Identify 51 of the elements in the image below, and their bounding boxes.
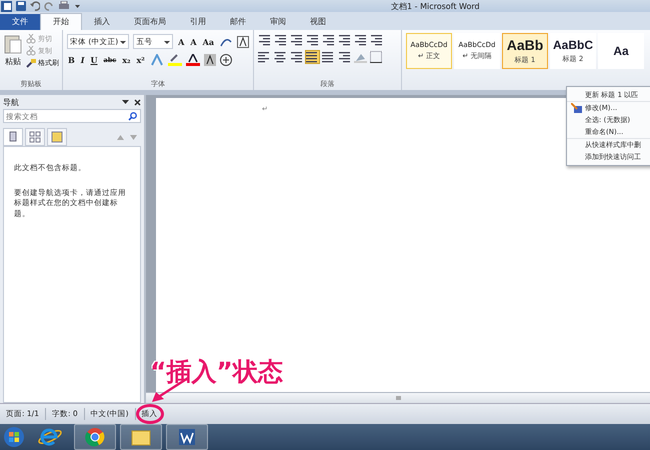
format-button[interactable]: I <box>80 55 86 65</box>
ribbon-tab[interactable]: 开始 <box>40 13 82 30</box>
format-button[interactable]: B <box>67 55 76 65</box>
clipboard-icon <box>4 34 22 54</box>
shrink-font-button[interactable]: A <box>189 36 198 46</box>
justify-icon[interactable] <box>306 51 319 63</box>
brush-icon <box>26 58 36 68</box>
copy-icon <box>26 46 36 56</box>
ribbon-tab[interactable]: 邮件 <box>218 14 258 30</box>
style-gallery-item[interactable]: Aa <box>598 33 644 69</box>
word-logo-icon <box>1 0 12 12</box>
paste-button[interactable]: 粘贴 <box>4 34 22 79</box>
ribbon-tab[interactable]: 插入 <box>82 14 122 30</box>
distributed-icon[interactable] <box>322 51 335 63</box>
dropdown-icon[interactable] <box>122 99 129 105</box>
character-shading-icon[interactable] <box>204 54 216 66</box>
center-icon[interactable] <box>274 51 287 63</box>
align-right-icon[interactable] <box>290 51 303 63</box>
dropdown-icon <box>120 38 126 44</box>
align-left-icon[interactable] <box>258 51 271 63</box>
print-icon[interactable] <box>58 1 70 11</box>
file-tab[interactable]: 文件 <box>0 14 40 30</box>
page-icon[interactable] <box>3 128 23 146</box>
format-button[interactable]: U <box>90 55 98 65</box>
undo-icon[interactable] <box>30 1 40 11</box>
start-orb-icon[interactable] <box>2 426 26 448</box>
change-case-button[interactable]: Aa <box>202 36 215 46</box>
ribbon-tab[interactable]: 视图 <box>298 14 338 30</box>
character-border-icon[interactable] <box>237 36 249 48</box>
format-button[interactable]: x² <box>136 55 146 65</box>
borders-icon[interactable] <box>370 51 382 63</box>
highlight-icon[interactable] <box>168 54 182 66</box>
ribbon-tab[interactable]: 页面布局 <box>122 14 178 30</box>
dropdown-icon <box>164 38 170 44</box>
enclosed-character-icon[interactable] <box>220 54 232 66</box>
font-color-icon[interactable] <box>186 54 200 66</box>
ribbon-tab[interactable]: 审阅 <box>258 14 298 30</box>
grow-font-button[interactable]: A <box>177 36 186 46</box>
window-title: 文档1 - Microsoft Word <box>391 0 480 12</box>
search-icon[interactable] <box>128 112 137 121</box>
format-button[interactable]: x₂ <box>121 55 132 65</box>
scissors-icon <box>26 34 36 44</box>
edit-icon <box>570 103 582 113</box>
ribbon-tab[interactable]: 引用 <box>178 14 218 30</box>
thumbnails-icon[interactable] <box>25 128 45 146</box>
pane-title: 导航 <box>3 96 20 108</box>
annotation-text: “插入”状态 <box>150 356 283 388</box>
text-effects-icon[interactable] <box>150 54 164 66</box>
results-icon[interactable] <box>47 128 67 146</box>
close-icon[interactable] <box>134 98 141 106</box>
save-icon[interactable] <box>16 1 26 11</box>
